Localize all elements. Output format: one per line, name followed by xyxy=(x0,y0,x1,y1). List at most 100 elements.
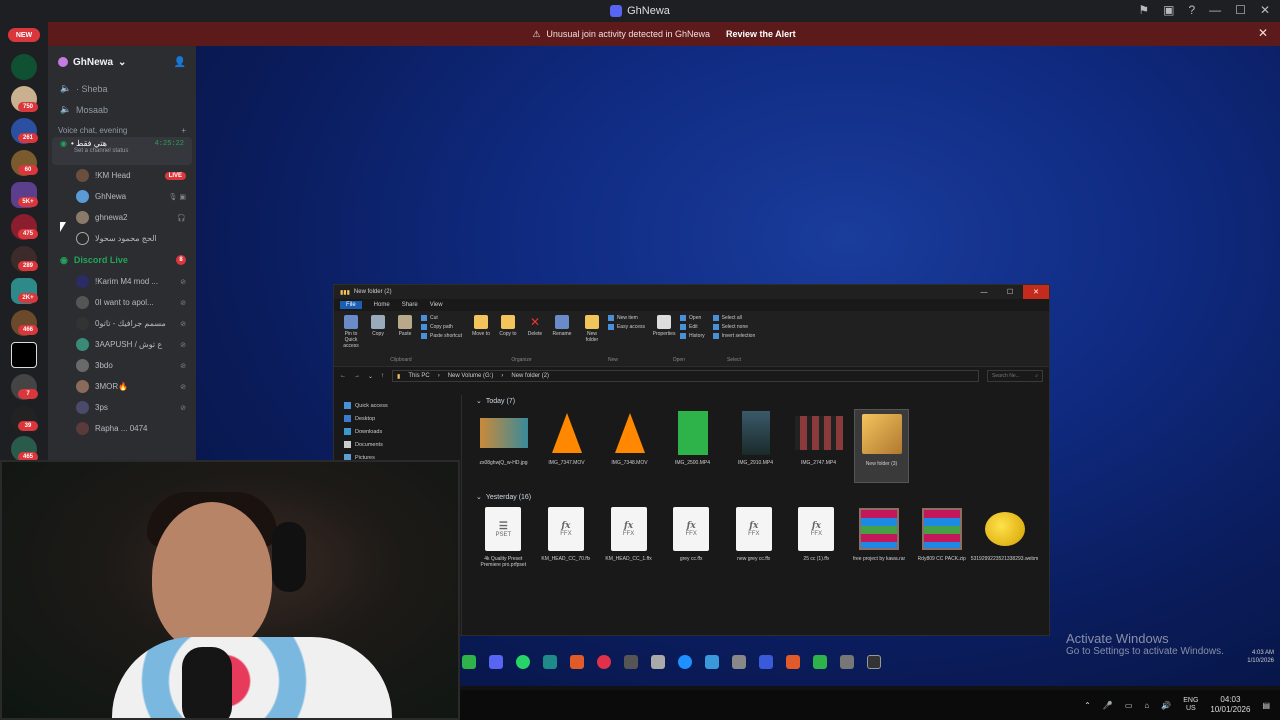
file-item[interactable]: fx FFX KM_HEAD_CC_1.ffx xyxy=(601,505,656,579)
file-item[interactable]: IMG_2910.MP4 xyxy=(728,409,783,483)
file-item[interactable]: fx FFX new grey cc.ffx xyxy=(727,505,782,579)
breadcrumb-item[interactable]: New folder (2) xyxy=(511,373,549,379)
invert-selection-button[interactable]: Invert selection xyxy=(712,333,755,339)
screen-icon[interactable]: ▣ xyxy=(1163,3,1174,17)
app-icon[interactable] xyxy=(840,655,854,669)
rename-button[interactable]: Rename xyxy=(551,315,573,337)
app-icon[interactable] xyxy=(543,655,557,669)
up-icon[interactable]: ↑ xyxy=(381,373,384,379)
tab-share[interactable]: Share xyxy=(402,302,418,308)
history-button[interactable]: History xyxy=(680,333,705,339)
forward-icon[interactable]: → xyxy=(354,373,360,379)
new-item-button[interactable]: New item xyxy=(607,315,645,321)
channel-item[interactable]: 🔈 Mosaab xyxy=(48,99,196,120)
file-item[interactable]: fx FFX grey cc.ffx xyxy=(664,505,719,579)
copy-path-button[interactable]: Copy path xyxy=(421,324,462,330)
system-clock[interactable]: 04:03 10/01/2026 xyxy=(1210,695,1250,714)
file-item[interactable]: Rdy809 CC PACK.zip xyxy=(914,505,969,579)
cut-button[interactable]: Cut xyxy=(421,315,462,321)
search-input[interactable]: Search Ne... ⌕ xyxy=(987,370,1043,382)
nav-item-desktop[interactable]: Desktop xyxy=(344,412,461,425)
server-icon-10[interactable] xyxy=(11,342,37,368)
app-icon[interactable] xyxy=(786,655,800,669)
inbox-icon[interactable]: ⚑ xyxy=(1138,3,1149,17)
voice-member[interactable]: Rapha ... 0474 xyxy=(48,418,196,439)
voice-channel[interactable]: ◉ • هتي فقط 4:25:22 Set a channel status xyxy=(52,137,192,165)
app-icon[interactable] xyxy=(624,655,638,669)
server-icon-1[interactable] xyxy=(11,54,37,80)
voice-member[interactable]: 0I want to apol... ⊘ xyxy=(48,292,196,313)
close-button[interactable]: ✕ xyxy=(1023,285,1049,299)
move-to-button[interactable]: Move to xyxy=(470,315,492,337)
app-icon[interactable] xyxy=(705,655,719,669)
network-icon[interactable]: ⌂ xyxy=(1144,701,1149,710)
paste-button[interactable]: Paste xyxy=(394,315,416,337)
address-bar[interactable]: ▮ This PC › New Volume (G:) › New folder… xyxy=(392,370,979,382)
app-icon[interactable] xyxy=(813,655,827,669)
file-item[interactable]: fx FFX KM_HEAD_CC_70.ffx xyxy=(539,505,594,579)
edge-icon[interactable] xyxy=(678,655,692,669)
file-item[interactable]: IMG_7348.MOV xyxy=(602,409,657,483)
discord-live-channel[interactable]: ◉ Discord Live 8 xyxy=(48,249,196,271)
minimize-button[interactable]: — xyxy=(1209,3,1221,17)
maximize-button[interactable]: ☐ xyxy=(1235,3,1246,17)
app-icon[interactable] xyxy=(867,655,881,669)
new-folder-button[interactable]: New folder xyxy=(581,315,603,343)
app-icon[interactable] xyxy=(651,655,665,669)
app-icon[interactable] xyxy=(570,655,584,669)
plus-icon[interactable]: + xyxy=(181,126,186,135)
minimize-button[interactable]: — xyxy=(971,285,997,299)
app-icon[interactable] xyxy=(732,655,746,669)
select-all-button[interactable]: Select all xyxy=(712,315,756,321)
microphone-icon[interactable]: 🎤 xyxy=(1103,701,1113,710)
paste-shortcut-button[interactable]: Paste shortcut xyxy=(421,333,462,339)
file-item[interactable]: 5319299223521338293.webm xyxy=(971,505,1038,579)
file-item[interactable]: zs08ghwjQ_w-HD.jpg xyxy=(476,409,531,483)
pin-button[interactable]: Pin to Quick access xyxy=(340,315,362,349)
voice-member[interactable]: 3MOR🔥 ⊘ xyxy=(48,376,196,397)
voice-member[interactable]: مسمم جرافيك - تاتو0 ⊘ xyxy=(48,313,196,334)
voice-member[interactable]: 3ps ⊘ xyxy=(48,397,196,418)
nav-item-downloads[interactable]: Downloads xyxy=(344,425,461,438)
voice-category[interactable]: Voice chat, evening + xyxy=(48,120,196,137)
copy-button[interactable]: Copy xyxy=(367,315,389,337)
volume-icon[interactable]: 🔊 xyxy=(1161,701,1171,710)
close-button[interactable]: ✕ xyxy=(1260,3,1270,17)
file-item[interactable]: ☰ PSET 4k Quality Preset Premiere pro.prf… xyxy=(476,505,531,579)
voice-member[interactable]: !KM Head LIVE xyxy=(48,165,196,186)
app-icon[interactable] xyxy=(759,655,773,669)
edit-button[interactable]: Edit xyxy=(680,324,705,330)
notification-icon[interactable]: ▤ xyxy=(1262,701,1270,710)
voice-member[interactable]: !Karim M4 mod ... ⊘ xyxy=(48,271,196,292)
discord-icon[interactable] xyxy=(489,655,503,669)
add-member-icon[interactable]: 👤 xyxy=(174,57,186,68)
display-icon[interactable]: ▭ xyxy=(1125,701,1133,710)
tab-file[interactable]: File xyxy=(340,301,362,309)
channel-status[interactable]: Set a channel status xyxy=(74,148,184,154)
file-item-selected[interactable]: New folder (3) xyxy=(854,409,909,483)
review-alert-link[interactable]: Review the Alert xyxy=(726,29,796,39)
easy-access-button[interactable]: Easy access xyxy=(607,324,645,330)
maximize-button[interactable]: ☐ xyxy=(997,285,1023,299)
delete-button[interactable]: ✕ Delete xyxy=(524,315,546,337)
breadcrumb-item[interactable]: New Volume (G:) xyxy=(448,373,494,379)
group-header[interactable]: ⌄ Today (7) xyxy=(476,393,1032,409)
breadcrumb-item[interactable]: This PC xyxy=(408,373,429,379)
file-item[interactable]: IMG_2747.MP4 xyxy=(791,409,846,483)
tab-home[interactable]: Home xyxy=(374,302,390,308)
server-header[interactable]: GhNewa ⌄ 👤 xyxy=(48,46,196,78)
app-icon[interactable] xyxy=(462,655,476,669)
voice-member[interactable]: 3AAPUSH / ع توش ⊘ xyxy=(48,334,196,355)
select-none-button[interactable]: Select none xyxy=(712,324,756,330)
open-button[interactable]: Open xyxy=(680,315,705,321)
group-header[interactable]: ⌄ Yesterday (16) xyxy=(476,489,1032,505)
close-alert-icon[interactable]: ✕ xyxy=(1258,26,1268,40)
copy-to-button[interactable]: Copy to xyxy=(497,315,519,337)
tab-view[interactable]: View xyxy=(430,302,443,308)
channel-item[interactable]: 🔈 · Sheba xyxy=(48,78,196,99)
file-item[interactable]: fx FFX 25 cc (1).ffx xyxy=(789,505,844,579)
voice-member[interactable]: ghnewa2 🎧 xyxy=(48,207,196,228)
help-icon[interactable]: ? xyxy=(1188,3,1195,17)
voice-member[interactable]: GhNewa 🎙 ▣ xyxy=(48,186,196,207)
voice-member[interactable]: الحج محمود سحولا xyxy=(48,228,196,249)
